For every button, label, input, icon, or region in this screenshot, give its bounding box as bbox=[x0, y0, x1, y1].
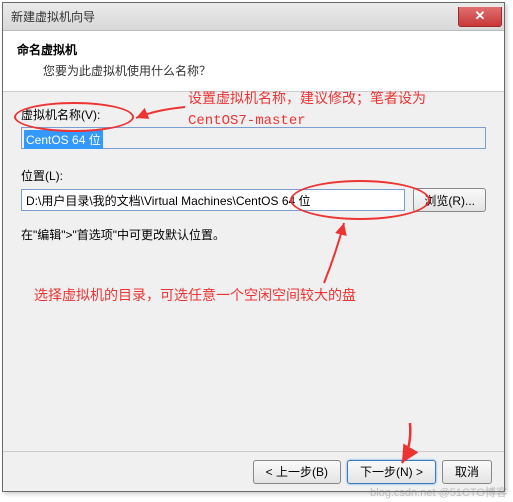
content-area: 虚拟机名称(V): CentOS 64 位 位置(L): 浏览(R)... 在"… bbox=[3, 92, 504, 470]
browse-button[interactable]: 浏览(R)... bbox=[413, 188, 486, 212]
next-button[interactable]: 下一步(N) > bbox=[347, 460, 436, 484]
vm-location-label: 位置(L): bbox=[21, 167, 486, 184]
close-icon: ✕ bbox=[475, 8, 486, 23]
titlebar: 新建虚拟机向导 ✕ bbox=[3, 3, 504, 31]
close-button[interactable]: ✕ bbox=[458, 7, 502, 27]
vm-location-input[interactable] bbox=[21, 189, 405, 211]
vm-name-value: CentOS 64 位 bbox=[24, 130, 103, 149]
default-location-hint: 在"编辑">"首选项"中可更改默认位置。 bbox=[21, 226, 486, 243]
header-subtitle: 您要为此虚拟机使用什么名称？ bbox=[43, 62, 490, 79]
vm-name-field: 虚拟机名称(V): CentOS 64 位 bbox=[21, 106, 486, 149]
header: 命名虚拟机 您要为此虚拟机使用什么名称？ bbox=[3, 31, 504, 92]
cancel-button[interactable]: 取消 bbox=[442, 460, 492, 484]
watermark: blog.csdn.net @51CTO博客 bbox=[370, 484, 507, 500]
header-title: 命名虚拟机 bbox=[17, 41, 490, 58]
wizard-window: 新建虚拟机向导 ✕ 命名虚拟机 您要为此虚拟机使用什么名称？ 虚拟机名称(V):… bbox=[2, 2, 505, 492]
vm-name-label: 虚拟机名称(V): bbox=[21, 106, 486, 123]
vm-location-field: 位置(L): 浏览(R)... bbox=[21, 167, 486, 212]
back-button[interactable]: < 上一步(B) bbox=[253, 460, 341, 484]
window-title: 新建虚拟机向导 bbox=[11, 8, 95, 25]
vm-name-input[interactable]: CentOS 64 位 bbox=[21, 127, 486, 149]
